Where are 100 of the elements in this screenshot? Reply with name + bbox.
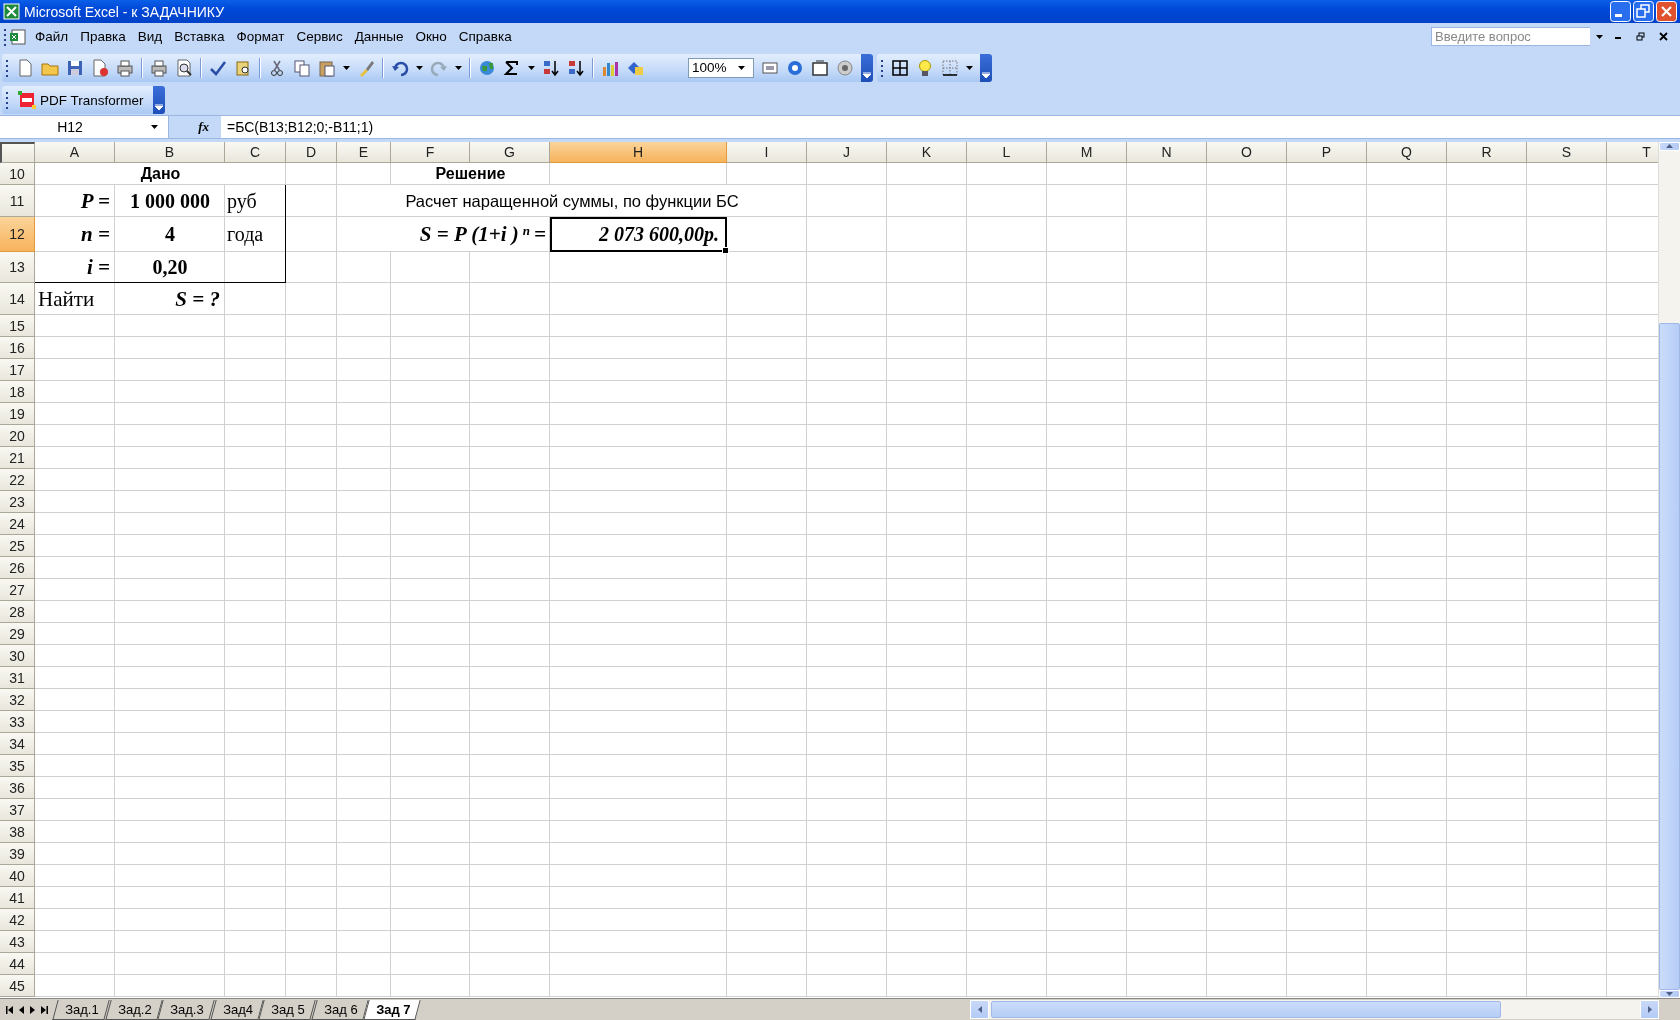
- menu-item[interactable]: Справка: [452, 27, 518, 46]
- restore-icon[interactable]: [1633, 1, 1654, 22]
- scrollbar-thumb[interactable]: [991, 1001, 1501, 1018]
- caret-icon[interactable]: [455, 65, 462, 70]
- sum-icon[interactable]: [503, 58, 521, 77]
- row-header[interactable]: 27: [0, 579, 35, 601]
- sheet-tab[interactable]: Зад 6: [311, 999, 369, 1020]
- column-header[interactable]: S: [1527, 142, 1607, 163]
- row-header[interactable]: 31: [0, 667, 35, 689]
- copy-icon[interactable]: [293, 58, 311, 77]
- column-header[interactable]: E: [337, 142, 391, 163]
- row-header[interactable]: 13: [0, 252, 35, 283]
- column-header[interactable]: L: [967, 142, 1047, 163]
- target-icon[interactable]: [836, 58, 854, 77]
- column-header[interactable]: H: [550, 142, 727, 163]
- row-header[interactable]: 17: [0, 359, 35, 381]
- help-search-field[interactable]: Введите вопрос: [1431, 27, 1590, 46]
- scrollbar-thumb[interactable]: [1659, 322, 1680, 990]
- row-header[interactable]: 41: [0, 887, 35, 909]
- document-icon[interactable]: [91, 58, 109, 77]
- column-header[interactable]: N: [1127, 142, 1207, 163]
- workbook-icon[interactable]: [9, 27, 27, 46]
- column-header[interactable]: K: [887, 142, 967, 163]
- horizontal-scrollbar[interactable]: [970, 1000, 1659, 1019]
- column-header[interactable]: G: [470, 142, 550, 163]
- new-document-icon[interactable]: [16, 58, 34, 77]
- last-sheet-icon[interactable]: [41, 1005, 48, 1014]
- insert-function-button[interactable]: fx: [169, 116, 221, 138]
- window-icon[interactable]: [811, 58, 829, 77]
- sheet-tab[interactable]: Зад.3: [157, 999, 215, 1020]
- formula-field[interactable]: =БС(B13;B12;0;-B11;1): [221, 119, 374, 135]
- dropdown-arrow-icon[interactable]: [1595, 34, 1603, 39]
- row-header[interactable]: 18: [0, 381, 35, 403]
- row-header[interactable]: 43: [0, 931, 35, 953]
- row-header[interactable]: 30: [0, 645, 35, 667]
- zoom-field[interactable]: 100%: [688, 57, 754, 78]
- column-header[interactable]: I: [727, 142, 807, 163]
- menu-item[interactable]: Окно: [409, 27, 453, 46]
- printer-icon[interactable]: [116, 58, 134, 77]
- column-header[interactable]: O: [1207, 142, 1287, 163]
- row-header[interactable]: 34: [0, 733, 35, 755]
- caret-icon[interactable]: [150, 125, 158, 129]
- sheet-tab[interactable]: Зад.1: [52, 999, 110, 1020]
- column-header[interactable]: T: [1607, 142, 1658, 163]
- caret-icon[interactable]: [982, 71, 990, 78]
- row-header[interactable]: 45: [0, 975, 35, 997]
- scroll-left-button[interactable]: [970, 1000, 989, 1019]
- row-header[interactable]: 12: [0, 217, 35, 252]
- sort-descending-icon[interactable]: [567, 58, 585, 77]
- column-header[interactable]: M: [1047, 142, 1127, 163]
- caret-icon[interactable]: [416, 65, 423, 70]
- select-all-button[interactable]: [0, 142, 35, 163]
- menu-item[interactable]: Файл: [29, 27, 75, 46]
- scroll-up-button[interactable]: [1659, 142, 1680, 151]
- column-header[interactable]: C: [225, 142, 286, 163]
- clipboard-icon[interactable]: [318, 58, 336, 77]
- row-header[interactable]: 14: [0, 283, 35, 315]
- row-header[interactable]: 38: [0, 821, 35, 843]
- scissors-icon[interactable]: [268, 58, 286, 77]
- restore-icon[interactable]: [1636, 32, 1645, 41]
- fill-handle[interactable]: [722, 247, 729, 254]
- column-header[interactable]: P: [1287, 142, 1367, 163]
- sheet-tab[interactable]: Зад 5: [258, 999, 316, 1020]
- help-icon[interactable]: [786, 58, 804, 77]
- row-header[interactable]: 37: [0, 799, 35, 821]
- vertical-scrollbar[interactable]: [1658, 142, 1680, 998]
- border-icon[interactable]: [941, 58, 959, 77]
- row-header[interactable]: 42: [0, 909, 35, 931]
- row-header[interactable]: 23: [0, 491, 35, 513]
- toolbar-options-button[interactable]: [152, 86, 165, 114]
- row-header[interactable]: 35: [0, 755, 35, 777]
- column-header[interactable]: R: [1447, 142, 1527, 163]
- caret-icon[interactable]: [154, 104, 163, 110]
- caret-icon[interactable]: [528, 65, 535, 70]
- sort-ascending-icon[interactable]: [542, 58, 560, 77]
- row-header[interactable]: 29: [0, 623, 35, 645]
- grid-icon[interactable]: [891, 58, 909, 77]
- menu-item[interactable]: Сервис: [290, 27, 349, 46]
- previous-sheet-icon[interactable]: [19, 1005, 24, 1014]
- row-header[interactable]: 10: [0, 163, 35, 185]
- row-header[interactable]: 11: [0, 185, 35, 217]
- menu-item[interactable]: Формат: [230, 27, 291, 46]
- book-icon[interactable]: [234, 58, 252, 77]
- globe-icon[interactable]: [478, 58, 496, 77]
- row-header[interactable]: 22: [0, 469, 35, 491]
- row-header[interactable]: 21: [0, 447, 35, 469]
- sheet-tab[interactable]: Зад 7: [363, 999, 422, 1020]
- sheet-tab[interactable]: Зад4: [209, 999, 264, 1020]
- row-header[interactable]: 20: [0, 425, 35, 447]
- caret-icon[interactable]: [863, 71, 871, 78]
- next-sheet-icon[interactable]: [30, 1005, 35, 1014]
- row-header[interactable]: 33: [0, 711, 35, 733]
- row-header[interactable]: 44: [0, 953, 35, 975]
- row-header[interactable]: 28: [0, 601, 35, 623]
- menu-item[interactable]: Вид: [131, 27, 169, 46]
- column-header[interactable]: B: [115, 142, 225, 163]
- column-header[interactable]: A: [35, 142, 115, 163]
- row-header[interactable]: 32: [0, 689, 35, 711]
- menu-item[interactable]: Вставка: [168, 27, 231, 46]
- row-header[interactable]: 26: [0, 557, 35, 579]
